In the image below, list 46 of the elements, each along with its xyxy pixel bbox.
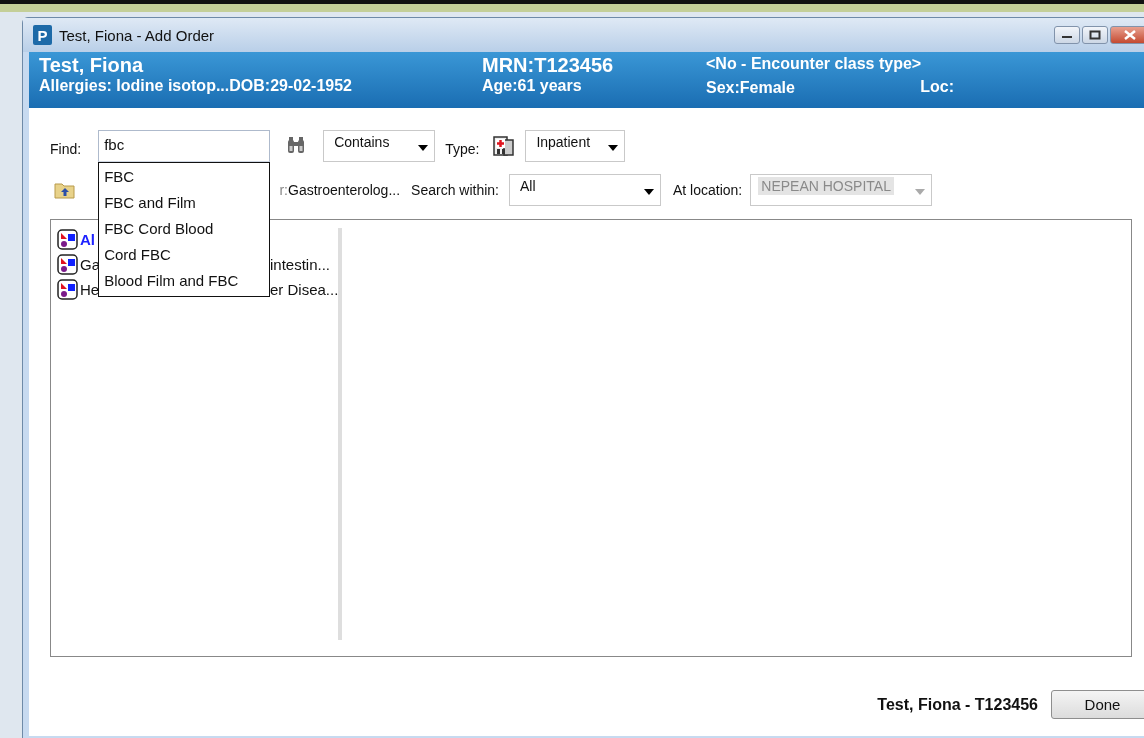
search-within-dropdown[interactable]: All [509,174,661,206]
type-label: Type: [445,141,480,157]
maximize-button[interactable] [1082,26,1108,44]
app-logo: P [33,25,52,45]
window-title: Test, Fiona - Add Order [59,26,216,44]
autocomplete-item[interactable]: FBC [99,164,270,190]
sex-text: Sex:Female [706,79,795,97]
close-icon [1124,30,1136,40]
order-folder-icon [57,254,78,275]
binoculars-icon[interactable] [286,137,307,155]
order-folder-name[interactable]: Al [80,231,95,248]
autocomplete-item[interactable]: Blood Film and FBC [99,268,270,294]
close-button[interactable] [1110,26,1144,44]
find-label: Find: [50,141,82,157]
find-field[interactable]: fbc [98,130,271,162]
mrn-text: MRN:T123456 [482,54,615,77]
folder-path: Gastroenterolog... [288,182,401,198]
minimize-button[interactable] [1054,26,1080,44]
search-within-label: Search within: [411,182,499,198]
done-button[interactable]: Done [1051,690,1144,719]
location-text: Loc: [920,78,954,97]
encounter-text: <No - Encounter class type> [706,55,923,73]
autocomplete-item[interactable]: Cord FBC [99,242,270,268]
allergies-text: Allergies: Iodine isotop... [39,77,230,95]
patient-name: Test, Fiona [39,54,145,77]
dropdown-arrow-icon [915,189,926,195]
folder-label: r: [279,182,288,198]
patient-id-text: Test, Fiona - T123456 [877,695,1038,714]
order-folder-icon [57,229,78,250]
order-folder-icon [57,279,78,300]
maximize-icon [1089,30,1101,40]
autocomplete-item[interactable]: FBC Cord Blood [99,216,270,242]
folder-up-icon[interactable] [54,181,76,199]
order-folder-name[interactable]: He [80,281,100,298]
dropdown-arrow-icon [644,189,654,195]
dropdown-arrow-icon [608,145,619,151]
age-text: Age:61 years [482,77,583,95]
order-folder-name[interactable]: er Disea... [270,281,339,298]
dropdown-arrow-icon [418,145,429,151]
dob-text: DOB:29-02-1952 [229,77,352,95]
hospital-icon [492,134,516,158]
match-dropdown[interactable]: Contains [323,130,436,162]
type-dropdown[interactable]: Inpatient [525,130,626,162]
order-folder-name[interactable]: intestin... [270,256,338,273]
autocomplete-item[interactable]: FBC and Film [99,190,270,216]
location-label: At location: [673,182,743,198]
